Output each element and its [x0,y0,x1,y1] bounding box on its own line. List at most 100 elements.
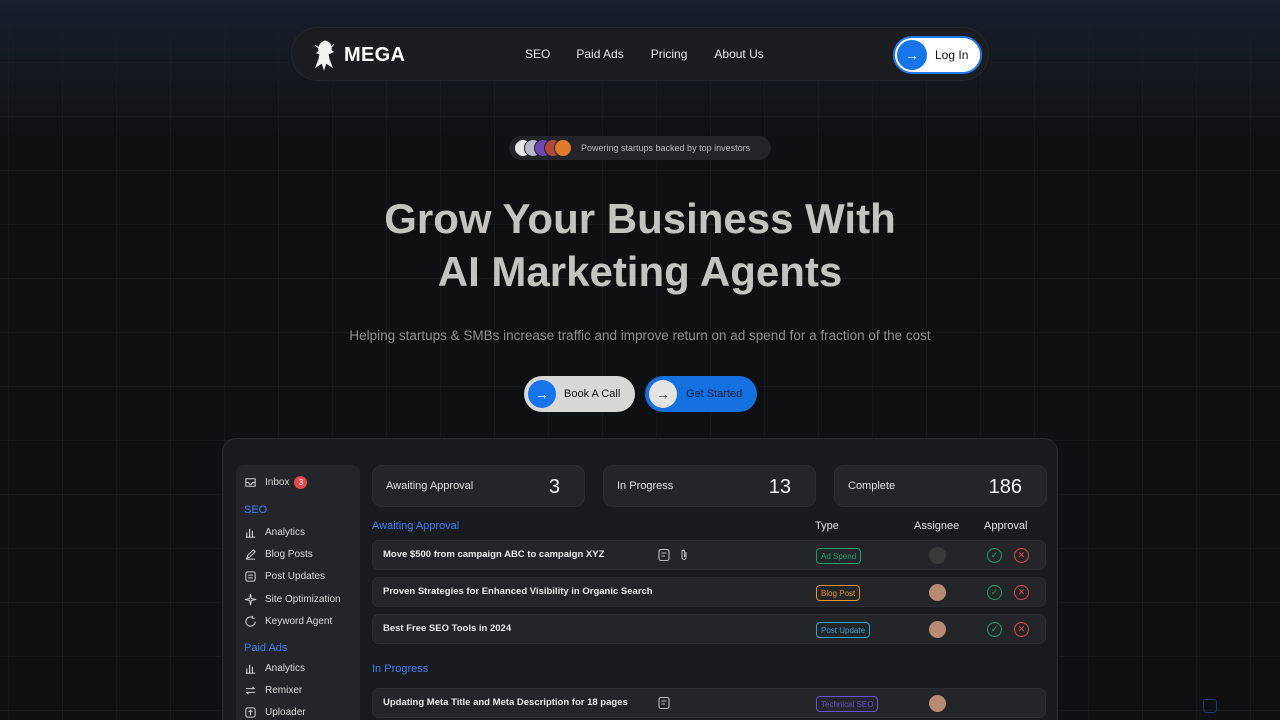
sidebar-item-label: Keyword Agent [265,616,333,627]
sidebar-item-seo-analytics[interactable]: Analytics [244,526,305,539]
task-title: Best Free SEO Tools in 2024 [383,623,512,634]
section-title-in-progress: In Progress [372,663,429,675]
reject-x-icon[interactable]: ✕ [1014,622,1029,637]
stat-card-awaiting: Awaiting Approval 3 [372,465,585,507]
stat-card-complete: Complete 186 [834,465,1047,507]
stat-card-in-progress: In Progress 13 [603,465,816,507]
nav-links: SEO Paid Ads Pricing About Us [525,47,764,61]
investor-logos [514,139,572,157]
stat-label: In Progress [617,480,674,492]
reject-x-icon[interactable]: ✕ [1014,548,1029,563]
book-call-button[interactable]: → Book A Call [524,376,635,412]
sidebar-item-label: Site Optimization [265,594,341,605]
nav-link-seo[interactable]: SEO [525,47,550,61]
edit-icon [244,548,257,561]
book-call-label: Book A Call [564,388,621,400]
stat-value: 13 [768,476,791,498]
stat-label: Complete [848,480,896,492]
watermark-logo-icon [1203,699,1217,713]
avatar [929,584,946,601]
stat-value: 186 [988,476,1022,498]
brand-name: MEGA [344,43,406,66]
brand-logo[interactable]: MEGA [312,39,405,71]
task-row[interactable]: Best Free SEO Tools in 2024 Post Update … [372,614,1046,644]
document-icon [658,696,670,710]
sidebar-item-label: Analytics [265,663,306,674]
task-title: Updating Meta Title and Meta Description… [383,697,628,708]
dashboard-sidebar: Inbox 3 SEO Analytics Blog Posts Post Up… [236,465,360,720]
sidebar-item-label: Post Updates [265,571,326,582]
sidebar-item-site-optimization[interactable]: Site Optimization [244,593,341,606]
reject-x-icon[interactable]: ✕ [1014,585,1029,600]
repeat-icon [244,684,257,697]
bar-chart-icon [244,526,257,539]
spartan-warrior-icon [314,40,335,71]
type-tag: Ad Spend [816,548,862,564]
sidebar-item-uploader[interactable]: Uploader [244,706,306,719]
avatar [929,695,946,712]
nav-link-pricing[interactable]: Pricing [651,47,688,61]
arrow-right-icon: → [649,380,677,408]
get-started-button[interactable]: → Get Started [645,376,757,412]
sidebar-heading-paid-ads: Paid Ads [244,642,288,654]
approve-check-icon[interactable]: ✓ [987,548,1002,563]
column-header-type: Type [815,520,839,532]
task-title: Proven Strategies for Enhanced Visibilit… [383,586,653,597]
bar-chart-icon [244,662,257,675]
hero-title-line: AI Marketing Agents [437,248,843,295]
inbox-icon [244,476,257,489]
login-button[interactable]: → Log In [893,36,982,74]
sidebar-item-label: Remixer [265,685,303,696]
nav-link-about-us[interactable]: About Us [714,47,763,61]
task-row[interactable]: Move $500 from campaign ABC to campaign … [372,540,1046,570]
list-icon [244,570,257,583]
type-tag: Post Update [816,622,871,638]
sidebar-item-paid-analytics[interactable]: Analytics [244,662,305,675]
sidebar-item-post-updates[interactable]: Post Updates [244,570,325,583]
arrow-right-icon: → [528,380,556,408]
get-started-label: Get Started [686,388,743,400]
sidebar-item-keyword-agent[interactable]: Keyword Agent [244,615,332,628]
nav-link-paid-ads[interactable]: Paid Ads [576,47,623,61]
sparkle-icon [244,593,257,606]
type-tag: Technical SEO [816,696,879,712]
investor-logo [554,139,572,157]
sidebar-item-blog-posts[interactable]: Blog Posts [244,548,313,561]
sidebar-item-label: Blog Posts [265,549,313,560]
refresh-icon [244,615,257,628]
stat-value: 3 [548,476,560,498]
stat-label: Awaiting Approval [386,480,474,492]
type-tag: Blog Post [816,585,861,601]
section-title-awaiting: Awaiting Approval [372,520,460,532]
hero-title: Grow Your Business With AI Marketing Age… [0,192,1280,298]
paperclip-icon [681,549,687,561]
avatar [929,621,946,638]
avatar [929,547,946,564]
document-icon [658,548,670,562]
task-title: Move $500 from campaign ABC to campaign … [383,549,605,560]
sidebar-item-label: Uploader [265,707,306,718]
approve-check-icon[interactable]: ✓ [987,622,1002,637]
hero-title-line: Grow Your Business With [384,195,896,242]
sidebar-heading-seo: SEO [244,504,268,516]
task-row[interactable]: Proven Strategies for Enhanced Visibilit… [372,577,1046,607]
task-row[interactable]: Updating Meta Title and Meta Description… [372,688,1046,718]
column-header-approval: Approval [984,520,1028,532]
inbox-count-badge: 3 [294,476,308,489]
task-attachments [657,696,677,710]
hero-subtitle: Helping startups & SMBs increase traffic… [349,328,931,343]
navbar: MEGA SEO Paid Ads Pricing About Us → Log… [291,27,989,81]
column-header-assignee: Assignee [914,520,960,532]
login-label: Log In [935,48,969,62]
approve-check-icon[interactable]: ✓ [987,585,1002,600]
sidebar-item-inbox[interactable]: Inbox 3 [244,476,308,489]
investors-badge: Powering startups backed by top investor… [509,136,771,160]
badge-text: Powering startups backed by top investor… [581,143,751,153]
dashboard-preview: Inbox 3 SEO Analytics Blog Posts Post Up… [222,438,1058,720]
arrow-right-icon: → [897,40,927,70]
upload-icon [244,706,257,719]
task-attachments [657,548,697,562]
sidebar-item-remixer[interactable]: Remixer [244,684,302,697]
sidebar-item-label: Inbox [265,477,290,488]
sidebar-item-label: Analytics [265,527,306,538]
